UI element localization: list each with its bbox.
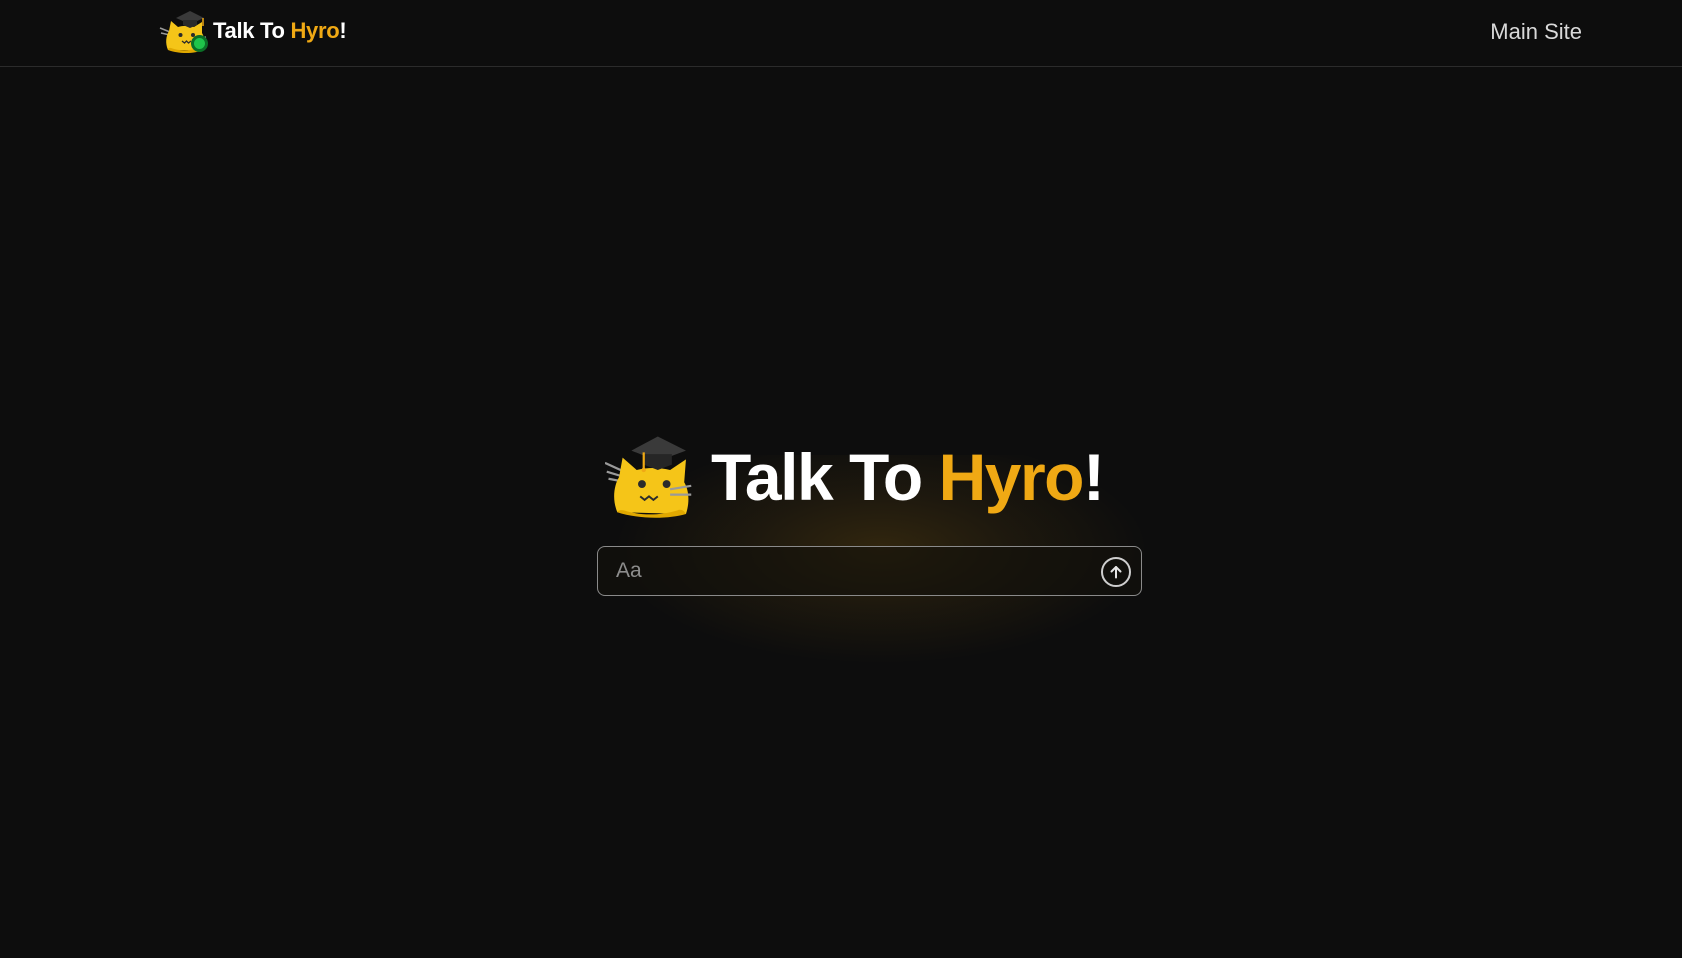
- graduation-cat-icon: [604, 433, 693, 521]
- graduation-cat-icon: [159, 8, 209, 54]
- page: Talk To Hyro! Main Site Talk To Hyro! Aa: [0, 0, 1682, 958]
- hero-heading: Talk To Hyro!: [604, 432, 1105, 522]
- send-button[interactable]: [1101, 557, 1131, 587]
- brand-name-suffix: !: [339, 18, 347, 43]
- page-title: Talk To Hyro!: [711, 432, 1105, 522]
- top-bar: Talk To Hyro! Main Site: [0, 0, 1682, 67]
- chat-form: [597, 546, 1142, 596]
- arrow-up-icon: [1110, 566, 1122, 579]
- brand-home-link[interactable]: Talk To Hyro!: [159, 8, 347, 54]
- main-site-link[interactable]: Main Site: [1490, 18, 1582, 46]
- chat-input[interactable]: [599, 548, 1079, 594]
- title-part1: Talk To: [711, 440, 939, 514]
- brand-name-accent: Hyro: [290, 18, 340, 43]
- online-status-icon: [191, 35, 208, 52]
- title-suffix: !: [1082, 440, 1105, 514]
- brand-name-part1: Talk To: [213, 18, 291, 43]
- brand-name: Talk To Hyro!: [213, 8, 347, 54]
- title-accent: Hyro: [938, 440, 1085, 514]
